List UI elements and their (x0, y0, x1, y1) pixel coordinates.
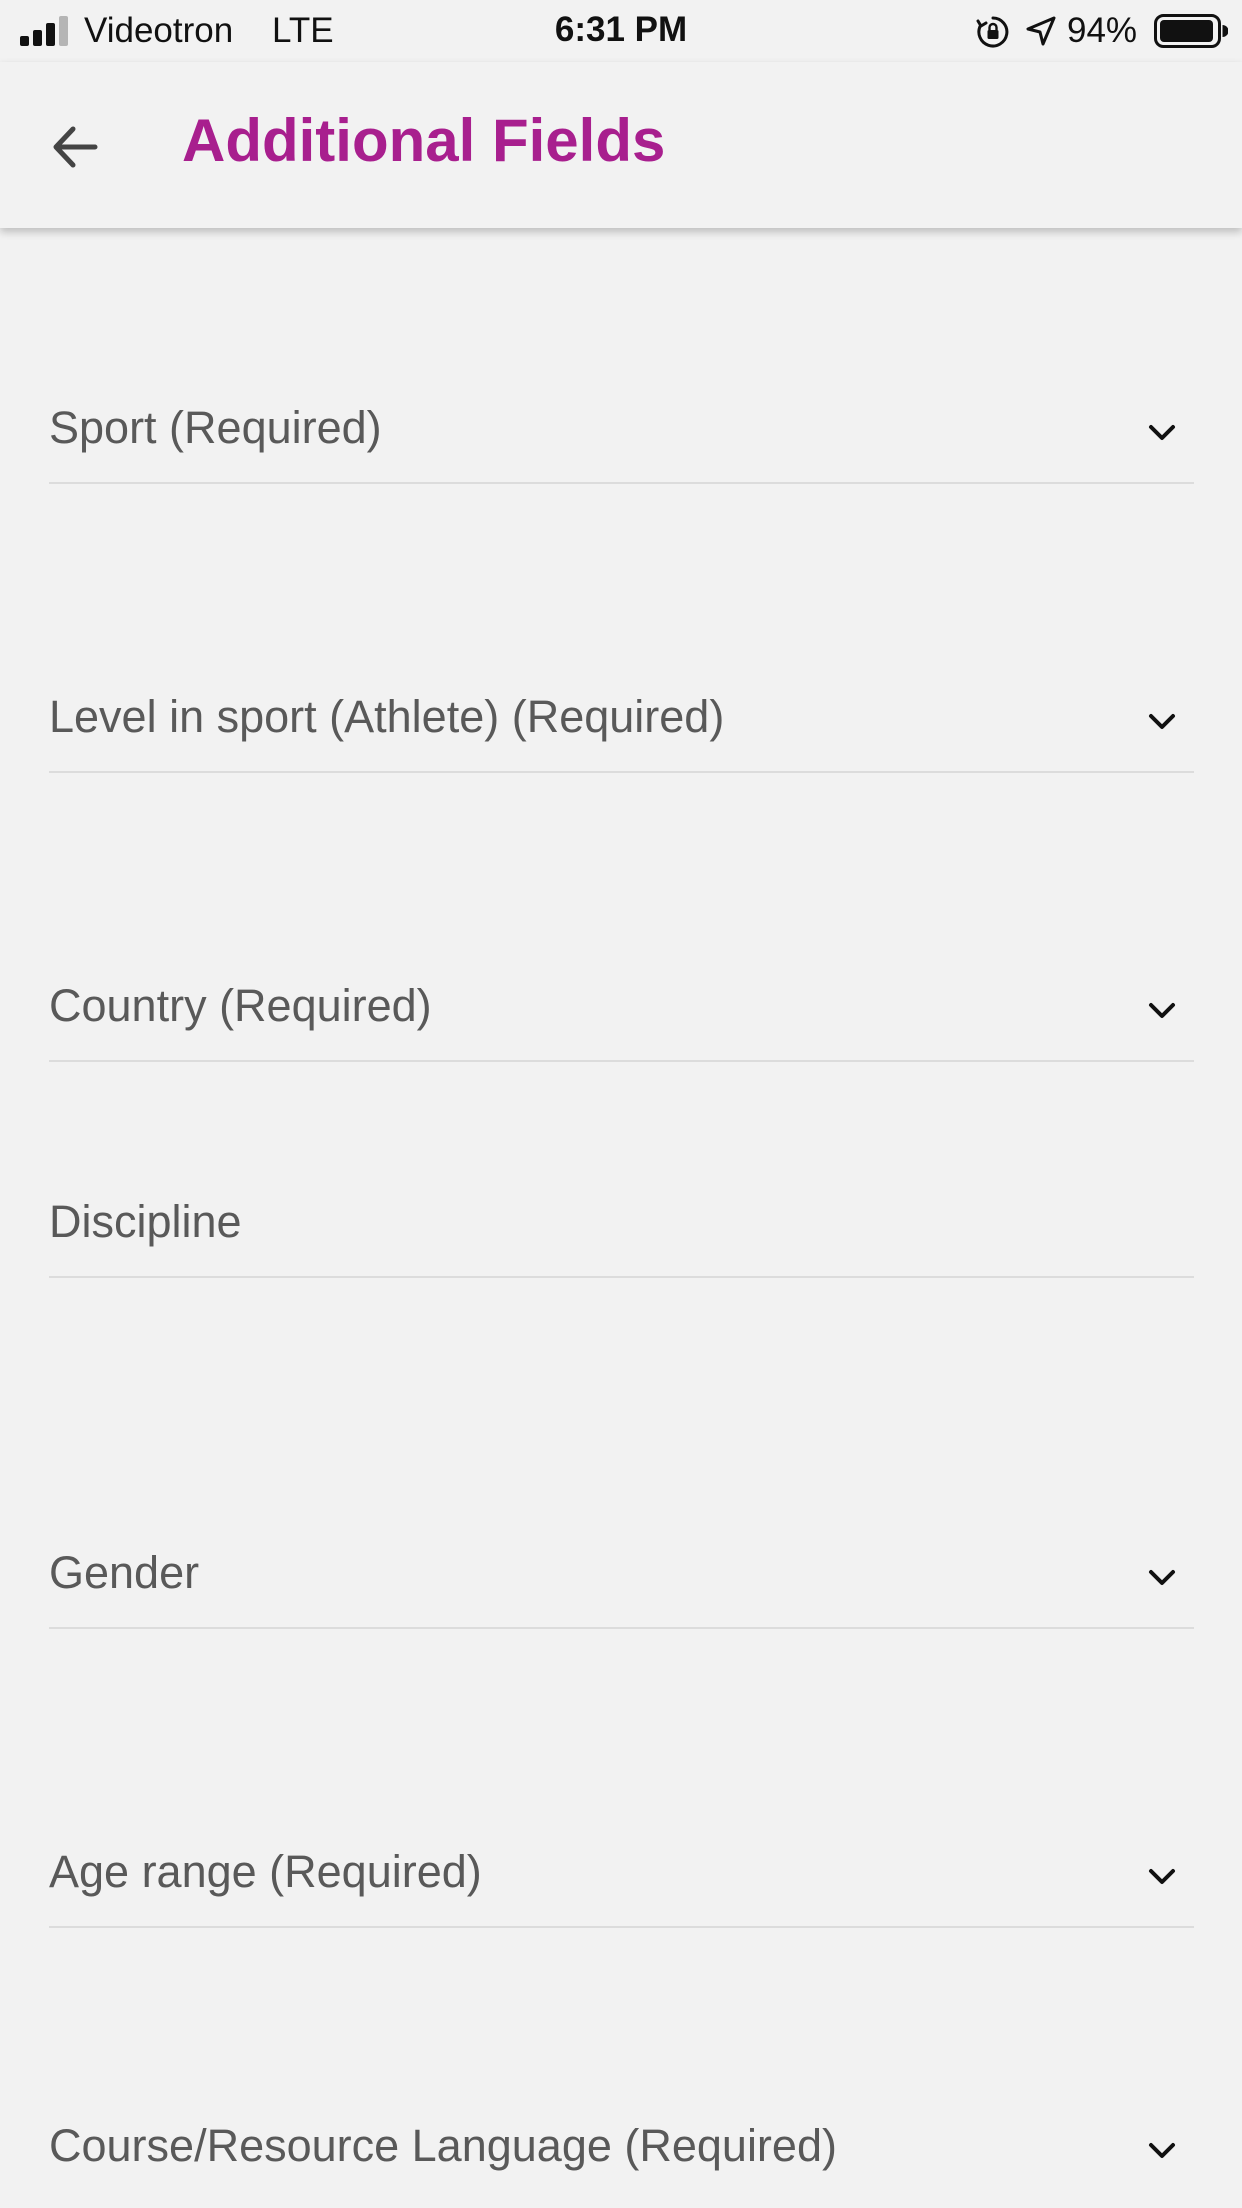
field-label: Sport (Required) (49, 402, 382, 453)
chevron-down-icon (1149, 1869, 1175, 1884)
field-label: Age range (Required) (49, 1846, 482, 1897)
age-range-dropdown[interactable]: Age range (Required) (49, 1836, 1194, 1928)
country-dropdown[interactable]: Country (Required) (49, 970, 1194, 1062)
status-bar: Videotron LTE 6:31 PM 94% (0, 0, 1242, 62)
arrow-left-icon (53, 126, 98, 168)
level-in-sport-dropdown[interactable]: Level in sport (Athlete) (Required) (49, 681, 1194, 773)
discipline-input[interactable]: Discipline (49, 1186, 1194, 1278)
sport-dropdown[interactable]: Sport (Required) (49, 392, 1194, 484)
chevron-down-icon (1149, 714, 1175, 729)
battery-icon (1154, 14, 1228, 48)
field-label: Level in sport (Athlete) (Required) (49, 691, 725, 742)
battery-percent: 94% (1067, 11, 1138, 50)
chevron-down-icon (1149, 1003, 1175, 1018)
chevron-down-icon (1149, 2143, 1175, 2158)
field-label: Discipline (49, 1196, 242, 1247)
location-arrow-icon (1026, 16, 1056, 46)
chevron-down-icon (1149, 425, 1175, 440)
course-language-dropdown[interactable]: Course/Resource Language (Required) (49, 2110, 1194, 2200)
chevron-down-icon (1149, 1570, 1175, 1585)
screen: Videotron LTE 6:31 PM 94% Additional Fie… (0, 0, 1242, 2208)
back-button[interactable] (36, 108, 114, 186)
gender-dropdown[interactable]: Gender (49, 1537, 1194, 1629)
page-title: Additional Fields (182, 107, 666, 174)
app-bar: Additional Fields (0, 62, 1242, 228)
field-label: Country (Required) (49, 980, 432, 1031)
orientation-lock-icon (976, 16, 1009, 48)
field-label: Course/Resource Language (Required) (49, 2120, 837, 2171)
field-label: Gender (49, 1547, 200, 1598)
